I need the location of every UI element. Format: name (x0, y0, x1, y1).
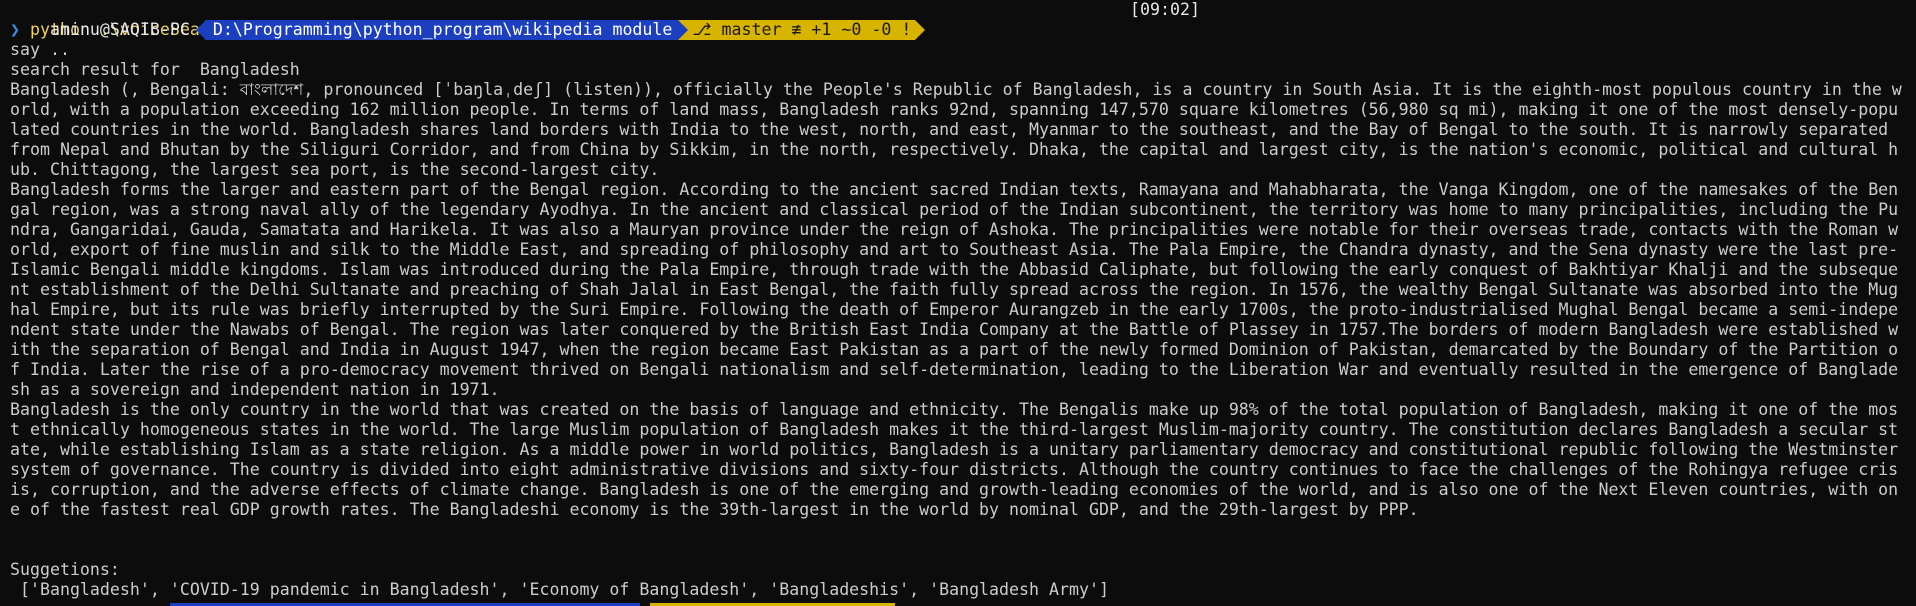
output-search-result: search result for Bangladesh (10, 60, 300, 79)
output-paragraph-2: Bangladesh forms the larger and eastern … (10, 180, 1899, 399)
suggestions-list: ['Bangladesh', 'COVID-19 pandemic in Ban… (10, 580, 1109, 599)
prompt-user-host: aminu@SAQIB-PC (49, 20, 190, 39)
prompt-clock: [09:02] (1130, 0, 1200, 19)
powerline-arrow-icon (915, 20, 926, 40)
output-paragraph-1: Bangladesh (, Bengali: বাংলাদেশ, pronoun… (10, 80, 1902, 179)
terminal-window[interactable]: aminu@SAQIB-PC D:\Programming\python_prog… (0, 0, 1916, 606)
suggestions-label: Suggetions: (10, 560, 120, 579)
prompt-git-status: ⎇ master ≢ +1 ~0 -0 ! (688, 20, 916, 40)
output-say: say .. (10, 40, 70, 59)
prompt-line: aminu@SAQIB-PC D:\Programming\python_prog… (10, 0, 1906, 40)
output-paragraph-3: Bangladesh is the only country in the wo… (10, 400, 1909, 519)
prompt-path: D:\Programming\python_program\wikipedia … (204, 20, 679, 40)
powerline-arrow-icon (678, 20, 689, 40)
